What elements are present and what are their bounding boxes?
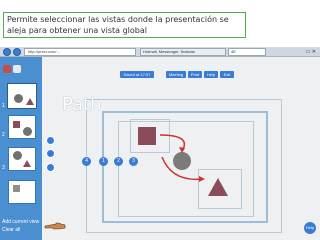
- path-sidebar: 1 2 3 Add current view Clear all: [0, 57, 42, 240]
- forward-icon[interactable]: [13, 48, 21, 56]
- help-circle-button[interactable]: Help: [304, 222, 316, 234]
- browser-tab-active[interactable]: 4E: [228, 48, 266, 56]
- thumb-shape-icon: [13, 121, 20, 128]
- thumb-shape-icon: [23, 160, 31, 167]
- prezi-canvas[interactable]: Path Saved at 17:07 Meeting Print Help E…: [42, 57, 320, 240]
- window-controls-icon[interactable]: ▭ ✕: [306, 49, 316, 55]
- thumb-shape-icon: [26, 98, 34, 105]
- path-arrows: [159, 134, 205, 182]
- back-icon[interactable]: [3, 48, 11, 56]
- screenshot: http://prezi.com/... Hotmail, Messenger,…: [0, 47, 320, 240]
- path-thumbnail[interactable]: [8, 180, 36, 204]
- hand-pointer-icon: [44, 222, 66, 230]
- browser-tab[interactable]: Hotmail, Messenger, Noticias: [140, 48, 226, 56]
- thumb-shape-icon: [13, 185, 20, 192]
- thumb-shape-icon: [14, 94, 23, 103]
- address-bar[interactable]: http://prezi.com/...: [24, 48, 136, 56]
- thumb-number: 1: [2, 103, 5, 109]
- caption-text: Permite seleccionar las vistas donde la …: [7, 15, 229, 35]
- panel-top-icons: [3, 60, 23, 78]
- thumb-shape-icon: [13, 151, 22, 160]
- path-arrow-head: [199, 176, 205, 182]
- caption-box: Permite seleccionar las vistas donde la …: [3, 12, 246, 38]
- thumb-number: 3: [2, 165, 5, 171]
- path-thumbnail[interactable]: [8, 115, 36, 139]
- menu-icon[interactable]: [3, 65, 11, 73]
- thumb-shape-icon: [23, 127, 32, 136]
- path-thumbnail[interactable]: [8, 147, 36, 171]
- browser-bar: http://prezi.com/... Hotmail, Messenger,…: [0, 47, 320, 57]
- add-current-view-button[interactable]: Add current view: [2, 218, 42, 226]
- tool-icon[interactable]: [13, 65, 21, 73]
- thumb-number: 2: [2, 132, 5, 138]
- path-thumbnail[interactable]: [8, 84, 36, 108]
- clear-all-button[interactable]: Clear all: [2, 226, 42, 234]
- panel-actions: Add current view Clear all: [2, 218, 42, 234]
- path-arrow: [161, 156, 203, 181]
- path-arrow-head: [179, 147, 185, 153]
